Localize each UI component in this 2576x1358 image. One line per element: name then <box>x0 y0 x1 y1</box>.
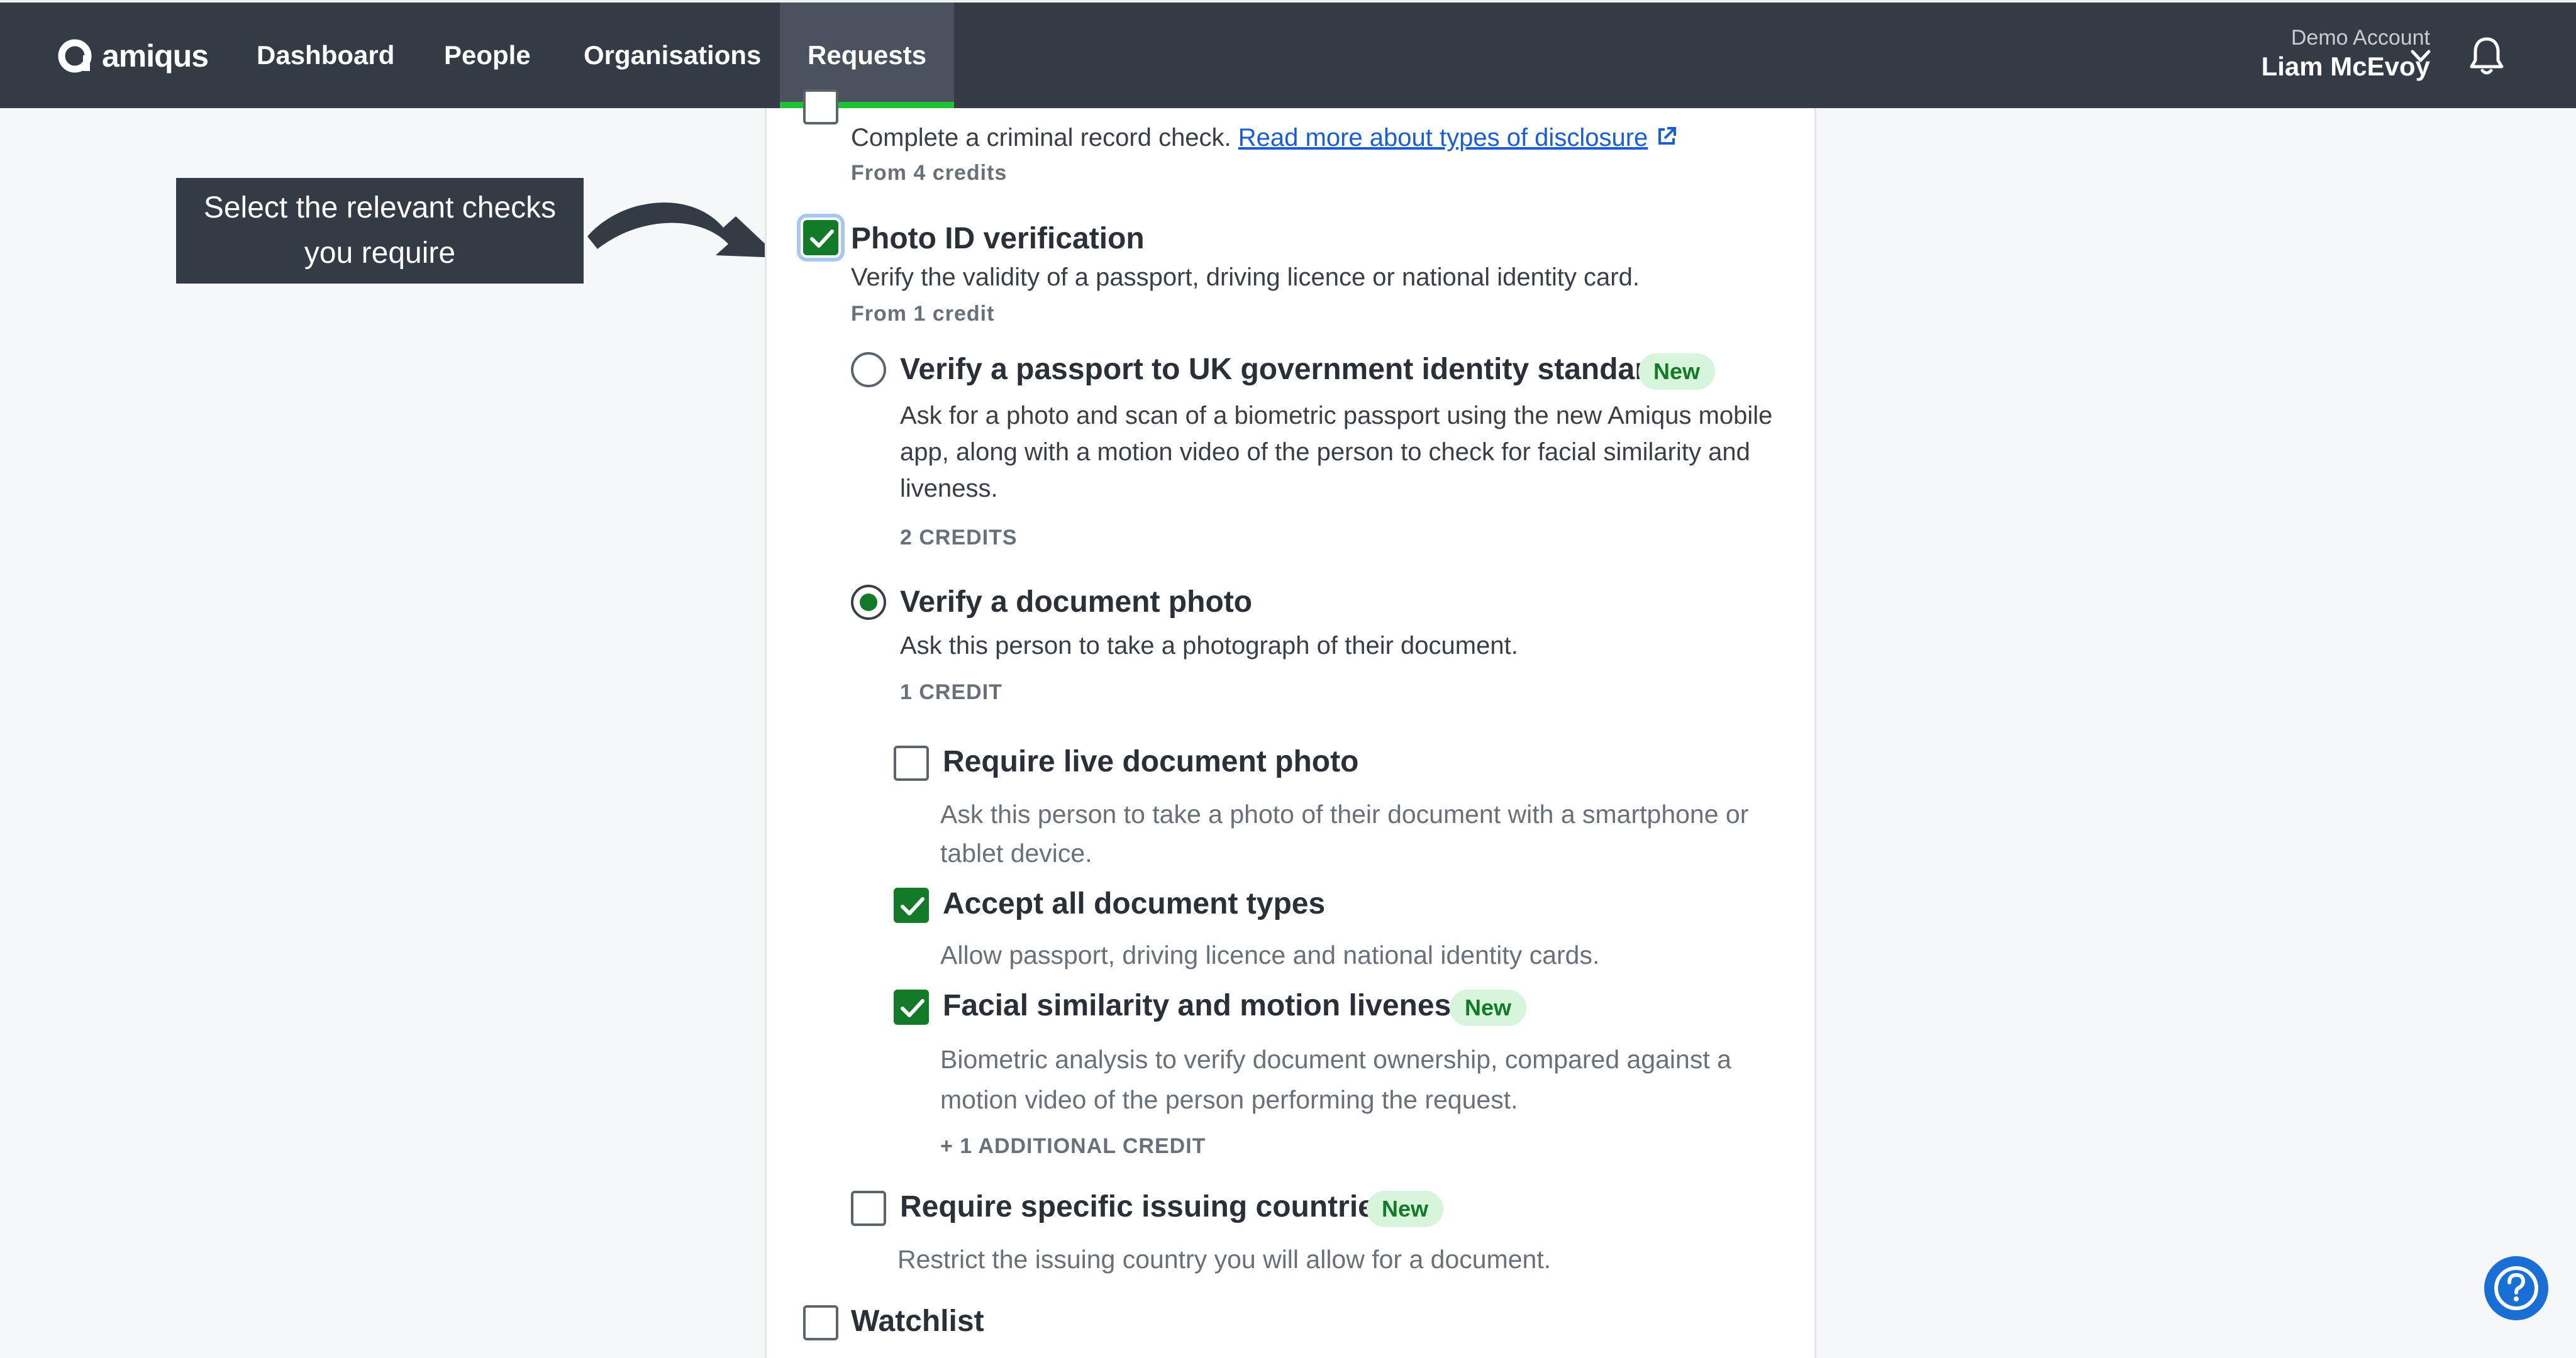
document-photo-radio[interactable] <box>851 585 886 620</box>
new-badge: New <box>1450 990 1527 1026</box>
criminal-record-checkbox[interactable] <box>803 89 838 124</box>
top-nav-bar: amiqus Dashboard People Organisations Re… <box>0 0 2576 108</box>
amiqus-logo[interactable]: amiqus <box>55 34 209 78</box>
new-badge: New <box>1367 1191 1444 1227</box>
facial-similarity-description-line1: Biometric analysis to verify document ow… <box>940 1045 1731 1074</box>
issuing-countries-title: Require specific issuing countries <box>900 1190 1392 1223</box>
facial-similarity-credit: + 1 ADDITIONAL CREDIT <box>940 1134 1206 1158</box>
bell-icon[interactable] <box>2468 35 2506 77</box>
passport-uk-standard-description-line3: liveness. <box>900 475 998 502</box>
chevron-down-icon[interactable] <box>2410 47 2431 65</box>
facial-similarity-checkbox[interactable] <box>894 990 929 1025</box>
request-checks-panel: Complete a criminal record check. Read m… <box>765 89 1816 1358</box>
checkmark-icon <box>901 999 924 1017</box>
photo-id-checkbox[interactable] <box>797 214 845 262</box>
checkmark-icon <box>901 897 924 915</box>
watchlist-checkbox[interactable] <box>803 1305 838 1340</box>
help-button[interactable] <box>2484 1256 2548 1320</box>
arrow-icon <box>587 202 780 258</box>
live-document-photo-title: Require live document photo <box>943 745 1359 778</box>
external-link-icon[interactable] <box>1655 124 1679 148</box>
nav-people[interactable]: People <box>416 3 558 108</box>
passport-uk-standard-radio[interactable] <box>851 352 886 387</box>
document-photo-credit: 1 CREDIT <box>900 680 1002 704</box>
passport-uk-standard-description-line1: Ask for a photo and scan of a biometric … <box>900 402 1773 429</box>
watchlist-title: Watchlist <box>851 1305 984 1338</box>
issuing-countries-description: Restrict the issuing country you will al… <box>897 1245 1552 1274</box>
passport-uk-standard-credit: 2 CREDITS <box>900 526 1018 549</box>
amiqus-logo-icon <box>58 39 92 73</box>
account-name: Liam McEvoy <box>2261 51 2430 81</box>
photo-id-title: Photo ID verification <box>851 222 1145 255</box>
document-photo-description: Ask this person to take a photograph of … <box>900 632 1518 660</box>
account-type: Demo Account <box>2290 26 2430 50</box>
disclosure-types-link[interactable]: Read more about types of disclosure <box>1238 124 1648 152</box>
callout-text: Select the relevant checks you require <box>203 191 557 270</box>
nav-dashboard[interactable]: Dashboard <box>229 3 422 108</box>
criminal-record-credit: From 4 credits <box>851 161 1008 185</box>
live-document-photo-description-line2: tablet device. <box>940 839 1092 868</box>
new-badge: New <box>1638 353 1716 390</box>
issuing-countries-checkbox[interactable] <box>851 1191 886 1226</box>
passport-uk-standard-title: Verify a passport to UK government ident… <box>900 353 1665 386</box>
live-document-photo-checkbox[interactable] <box>894 746 929 781</box>
accept-all-document-types-description: Allow passport, driving licence and nati… <box>940 941 1600 969</box>
photo-id-description: Verify the validity of a passport, drivi… <box>851 263 1640 291</box>
photo-id-credit: From 1 credit <box>851 302 995 326</box>
facial-similarity-title: Facial similarity and motion liveness <box>943 989 1468 1022</box>
instruction-callout: Select the relevant checks you require <box>176 178 584 284</box>
accept-all-document-types-title: Accept all document types <box>943 887 1326 920</box>
live-document-photo-description-line1: Ask this person to take a photo of their… <box>940 800 1749 829</box>
document-photo-title: Verify a document photo <box>900 585 1253 619</box>
checkmark-icon <box>810 229 834 248</box>
logo-text: amiqus <box>102 38 209 74</box>
criminal-record-description: Complete a criminal record check. Read m… <box>851 119 1679 156</box>
account-menu[interactable]: Demo Account Liam McEvoy <box>2262 25 2430 82</box>
facial-similarity-description-line2: motion video of the person performing th… <box>940 1085 1518 1114</box>
accept-all-document-types-checkbox[interactable] <box>894 888 929 923</box>
nav-organisations[interactable]: Organisations <box>556 3 789 108</box>
help-icon <box>2494 1266 2538 1310</box>
passport-uk-standard-description-line2: app, along with a motion video of the pe… <box>900 438 1750 466</box>
